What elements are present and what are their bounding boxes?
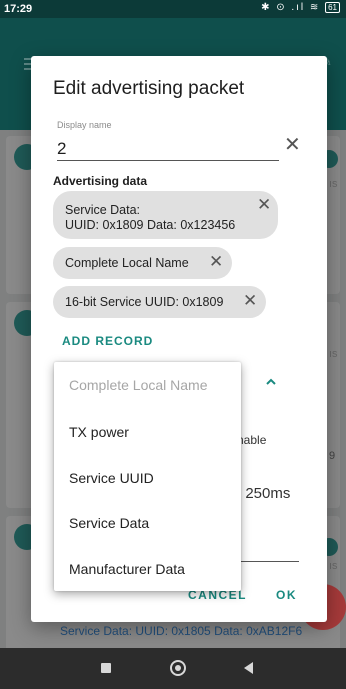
partial-interval-value: : 250ms — [237, 485, 291, 502]
dialog-title: Edit advertising packet — [53, 78, 245, 99]
background-text: ıs — [329, 348, 338, 360]
status-bar: 17:29 ✱ ⊙ .ıl ≋ 61 — [0, 0, 346, 18]
chip-service-uuid[interactable]: 16-bit Service UUID: 0x1809 ✕ — [53, 286, 266, 318]
field-underline — [237, 561, 299, 562]
add-record-button[interactable]: ADD RECORD — [62, 334, 153, 348]
menu-item-complete-local-name: Complete Local Name — [69, 377, 208, 393]
chip-label: Complete Local Name — [65, 256, 189, 270]
ok-button[interactable]: OK — [276, 588, 297, 602]
display-name-underline — [57, 160, 279, 161]
background-text: ıs — [329, 178, 338, 190]
background-service-data: Service Data: UUID: 0x1805 Data: 0xAB12F… — [60, 624, 303, 638]
status-icons: ✱ ⊙ .ıl ≋ 61 — [261, 2, 340, 13]
status-icons-text: ✱ ⊙ .ıl ≋ — [261, 2, 321, 13]
record-type-dropdown: Complete Local Name TX power Service UUI… — [54, 362, 241, 591]
partial-label: nable — [237, 433, 267, 447]
remove-chip-icon[interactable]: ✕ — [257, 195, 271, 215]
home-icon[interactable] — [170, 660, 186, 676]
remove-chip-icon[interactable]: ✕ — [243, 291, 257, 311]
clear-display-name-icon[interactable]: ✕ — [284, 132, 301, 157]
background-text: ıs — [329, 560, 338, 572]
chip-service-data[interactable]: Service Data: UUID: 0x1809 Data: 0x12345… — [53, 191, 278, 239]
chevron-up-icon[interactable] — [265, 376, 277, 388]
menu-item-manufacturer-data[interactable]: Manufacturer Data — [69, 561, 185, 577]
chip-label: Service Data: — [65, 203, 141, 217]
menu-item-service-data[interactable]: Service Data — [69, 515, 149, 531]
battery-icon: 61 — [325, 2, 340, 13]
menu-item-tx-power[interactable]: TX power — [69, 424, 129, 440]
background-text: 9 — [329, 450, 336, 462]
remove-chip-icon[interactable]: ✕ — [209, 252, 223, 272]
recents-icon[interactable] — [101, 663, 111, 673]
back-icon[interactable] — [244, 662, 253, 674]
system-nav-bar — [0, 648, 346, 689]
display-name-label: Display name — [57, 120, 112, 130]
display-name-field[interactable]: 2 — [57, 139, 66, 159]
menu-item-service-uuid[interactable]: Service UUID — [69, 470, 154, 486]
chip-label: 16-bit Service UUID: 0x1809 — [65, 295, 224, 309]
chip-label: UUID: 0x1809 Data: 0x123456 — [65, 218, 236, 232]
advertising-data-heading: Advertising data — [53, 174, 148, 188]
status-time: 17:29 — [4, 3, 33, 15]
chip-complete-local-name[interactable]: Complete Local Name ✕ — [53, 247, 232, 279]
